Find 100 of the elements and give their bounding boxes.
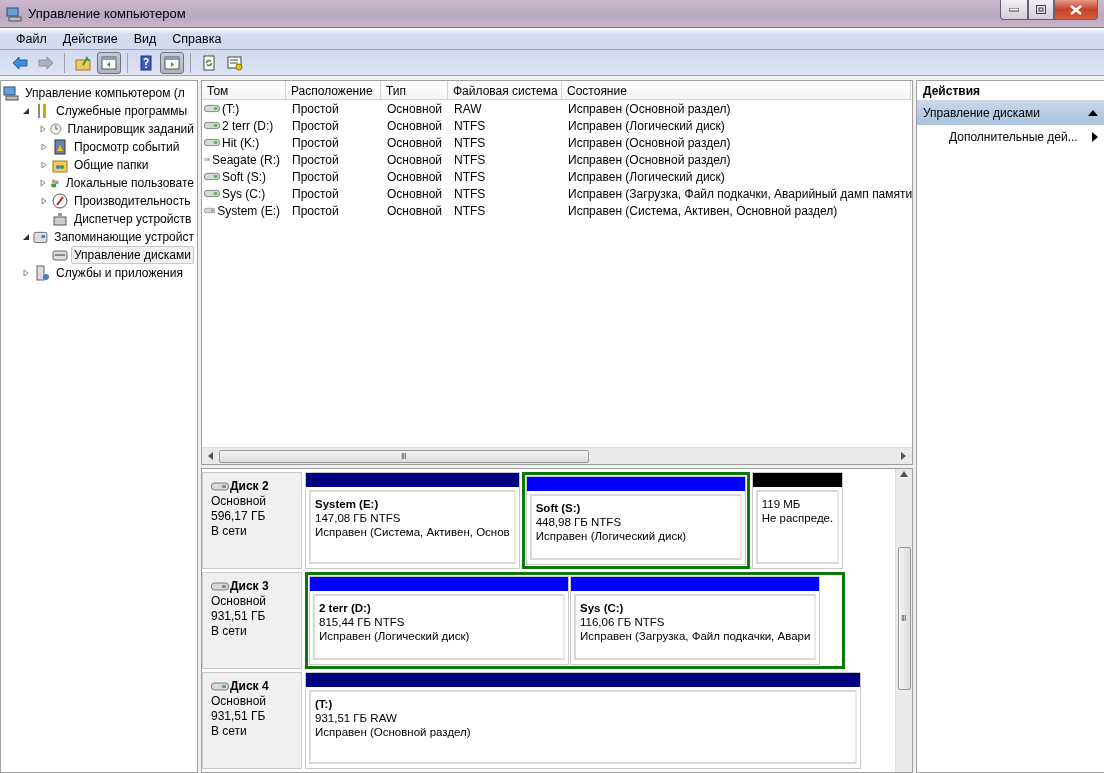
- tree-item[interactable]: Общие папки: [71, 156, 152, 174]
- expanded-arrow-icon[interactable]: [21, 233, 30, 241]
- right-arrow-icon[interactable]: [900, 452, 907, 460]
- partition[interactable]: 119 МБ Не распреде.: [751, 472, 844, 569]
- column-header[interactable]: Том: [202, 81, 286, 100]
- storage-icon: [33, 229, 49, 245]
- partition[interactable]: System (E:) 147,08 ГБ NTFS Исправен (Система, Активен, Основ: [305, 472, 520, 569]
- table-cell: Основной: [387, 186, 442, 201]
- close-button[interactable]: [1054, 0, 1098, 20]
- table-cell: NTFS: [454, 118, 486, 133]
- up-arrow-icon[interactable]: [900, 471, 908, 477]
- tree-item[interactable]: Служебные программы: [53, 102, 191, 120]
- table-cell: Исправен (Загрузка, Файл подкачки, Аварийный дамп памяти: [568, 186, 913, 201]
- toolbar-button[interactable]: [97, 51, 121, 74]
- drive-icon: [204, 121, 220, 130]
- disk-info[interactable]: Диск 3 Основной 931,51 ГБ В сети: [202, 572, 302, 669]
- partition[interactable]: (T:) 931,51 ГБ RAW Исправен (Основной раздел): [305, 672, 861, 769]
- table-cell: 2 terr (D:): [222, 118, 274, 133]
- menu-item[interactable]: Файл: [10, 29, 53, 48]
- partition-status: Не распреде.: [761, 512, 834, 524]
- tree-item[interactable]: Планировщик заданий: [64, 120, 197, 138]
- menu-item[interactable]: Вид: [127, 29, 163, 48]
- maximize-button[interactable]: [1028, 0, 1054, 20]
- tree-item[interactable]: Диспетчер устройств: [71, 210, 195, 228]
- column-header[interactable]: Расположение: [286, 81, 381, 100]
- tree-item[interactable]: Производительность: [71, 192, 194, 210]
- column-header[interactable]: Файловая система: [448, 81, 562, 100]
- menu-item[interactable]: Справка: [166, 29, 228, 48]
- column-header[interactable]: Тип: [381, 81, 448, 100]
- collapsed-arrow-icon[interactable]: [40, 161, 48, 169]
- table-cell: (T:): [222, 101, 240, 116]
- left-arrow-icon[interactable]: [207, 452, 214, 460]
- disk-name: Диск 4: [230, 679, 269, 693]
- table-cell: Исправен (Логический диск): [568, 118, 725, 133]
- disk-size: 931,51 ГБ: [211, 609, 267, 623]
- partition-name: Soft (S:): [535, 502, 582, 514]
- close-icon: [1070, 4, 1082, 15]
- disk-name: Диск 3: [230, 579, 269, 593]
- partition-status: Исправен (Логический диск): [319, 630, 471, 642]
- drive-icon: [211, 481, 229, 491]
- maximize-icon: [1036, 5, 1046, 14]
- scrollbar-thumb[interactable]: Ⅲ: [219, 449, 589, 463]
- table-cell: Основной: [387, 118, 442, 133]
- partition-size: 147,08 ГБ NTFS: [315, 512, 402, 524]
- menu-item[interactable]: Действие: [56, 29, 124, 48]
- pane-toggle-icon: [101, 54, 117, 71]
- expanded-arrow-icon[interactable]: [22, 107, 30, 115]
- disk-info[interactable]: Диск 2 Основной 596,17 ГБ В сети: [202, 472, 302, 569]
- minimize-button[interactable]: [1000, 0, 1028, 20]
- scrollbar-thumb[interactable]: Ⅲ: [897, 547, 911, 690]
- partition-name: 2 terr (D:): [319, 602, 372, 614]
- collapsed-arrow-icon[interactable]: [39, 179, 47, 187]
- disk-status: В сети: [211, 624, 248, 638]
- toolbar-button[interactable]: [160, 51, 184, 74]
- action-item[interactable]: Дополнительные дей...: [917, 125, 1104, 149]
- column-header[interactable]: Состояние: [562, 81, 911, 100]
- disk-info[interactable]: Диск 4 Основной 931,51 ГБ В сети: [202, 672, 302, 769]
- actions-section[interactable]: Управление дисками: [917, 101, 1104, 125]
- partition[interactable]: 2 terr (D:) 815,44 ГБ NTFS Исправен (Логический диск): [309, 576, 569, 665]
- tree-item[interactable]: Локальные пользовате: [62, 174, 197, 192]
- partition-name: (T:): [315, 698, 334, 710]
- table-cell: NTFS: [454, 135, 486, 150]
- partition-status: Исправен (Загрузка, Файл подкачки, Авари: [580, 630, 811, 642]
- drive-icon: [211, 681, 229, 691]
- disk-type: Основной: [211, 594, 267, 608]
- table-cell: Исправен (Основной раздел): [568, 152, 731, 167]
- table-cell: Seagate (R:): [211, 152, 280, 167]
- table-cell: RAW: [454, 101, 482, 116]
- collapsed-arrow-icon[interactable]: [39, 125, 47, 133]
- collapsed-arrow-icon[interactable]: [40, 197, 48, 205]
- tree-item[interactable]: Управление дисками: [71, 246, 194, 264]
- minimize-icon: [1009, 7, 1019, 12]
- table-cell: Основной: [387, 169, 442, 184]
- partition[interactable]: Sys (C:) 116,06 ГБ NTFS Исправен (Загрузка, Файл подкачки, Авари: [570, 576, 821, 665]
- table-cell: Исправен (Основной раздел): [568, 101, 731, 116]
- log-icon: [52, 139, 68, 155]
- drive-icon: [211, 581, 229, 591]
- partition-status: Исправен (Основной раздел): [315, 726, 472, 738]
- partition-name: Sys (C:): [580, 602, 625, 614]
- partition-size: 116,06 ГБ NTFS: [580, 616, 666, 628]
- disk-type: Основной: [211, 494, 267, 508]
- partition[interactable]: Soft (S:) 448,98 ГБ NTFS Исправен (Логический диск): [525, 476, 746, 565]
- vertical-scrollbar[interactable]: Ⅲ: [895, 469, 912, 772]
- table-cell: Исправен (Основной раздел): [568, 135, 731, 150]
- drive-icon: [204, 206, 216, 215]
- properties-icon: [227, 54, 243, 71]
- disk-name: Диск 2: [230, 479, 269, 493]
- device-icon: [52, 211, 68, 227]
- drive-icon: [204, 138, 220, 147]
- collapsed-arrow-icon[interactable]: [22, 269, 30, 277]
- tree-item[interactable]: Управление компьютером (л: [22, 84, 188, 102]
- collapsed-arrow-icon[interactable]: [40, 143, 48, 151]
- shared-folder-icon: [52, 157, 68, 173]
- horizontal-scrollbar[interactable]: Ⅲ: [202, 447, 912, 464]
- tree-item[interactable]: Просмотр событий: [71, 138, 183, 156]
- table-cell: System (E:): [217, 203, 280, 218]
- drive-icon: [204, 104, 220, 113]
- partition-status: Исправен (Логический диск): [535, 530, 687, 542]
- tree-item[interactable]: Запоминающие устройст: [51, 228, 197, 246]
- tree-item[interactable]: Службы и приложения: [53, 264, 186, 282]
